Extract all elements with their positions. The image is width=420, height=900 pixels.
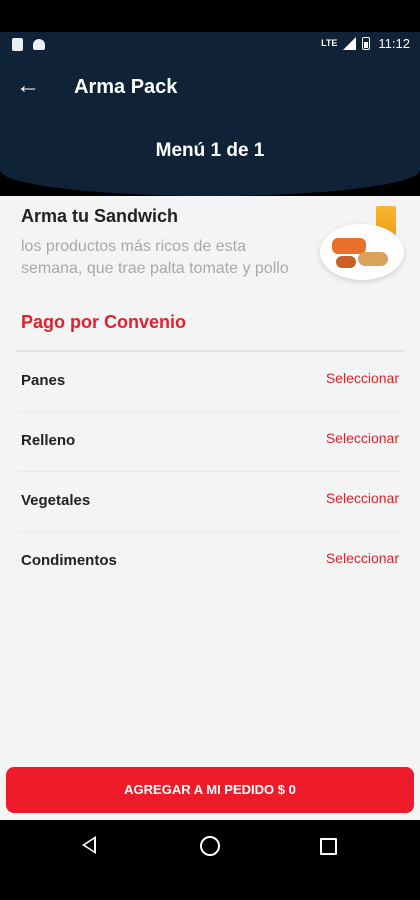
- select-link[interactable]: Seleccionar: [326, 490, 399, 506]
- option-label: Panes: [21, 372, 66, 389]
- select-link[interactable]: Seleccionar: [326, 550, 399, 566]
- app-header: ← Arma Pack Menú 1 de 1: [0, 58, 420, 196]
- option-row-panes[interactable]: Panes Seleccionar: [0, 352, 420, 412]
- option-row-vegetales[interactable]: Vegetales Seleccionar: [0, 472, 420, 532]
- android-nav-bar: [0, 820, 420, 870]
- product-description: los productos más ricos de esta semana, …: [21, 238, 289, 277]
- nav-back-icon[interactable]: [82, 836, 96, 854]
- bottom-black-bar: [0, 870, 420, 900]
- signal-icon: [343, 37, 357, 50]
- main-content: Arma tu Sandwich los productos más ricos…: [0, 196, 420, 820]
- network-type: LTE: [321, 38, 338, 48]
- option-label: Relleno: [21, 432, 76, 449]
- top-black-bar: [0, 0, 420, 32]
- status-bar: LTE 11:12: [0, 32, 420, 58]
- product-image: [314, 202, 410, 290]
- select-link[interactable]: Seleccionar: [326, 430, 399, 446]
- food-item: [336, 256, 356, 268]
- food-item: [332, 238, 366, 254]
- android-icon: [33, 39, 45, 50]
- product-title: Arma tu Sandwich: [21, 206, 179, 226]
- nav-recent-icon[interactable]: [320, 838, 337, 855]
- option-label: Vegetales: [21, 492, 91, 509]
- menu-counter: Menú 1 de 1: [155, 140, 265, 161]
- back-arrow-icon[interactable]: ←: [12, 72, 44, 104]
- clock: 11:12: [378, 36, 410, 51]
- payment-tag: Pago por Convenio: [21, 312, 187, 332]
- battery-icon: [362, 37, 371, 50]
- option-row-condimentos[interactable]: Condimentos Seleccionar: [0, 532, 420, 592]
- option-label: Condimentos: [21, 552, 117, 569]
- add-to-order-button[interactable]: AGREGAR A MI PEDIDO $ 0: [6, 767, 414, 813]
- status-system: LTE 11:12: [321, 36, 410, 51]
- food-item: [358, 252, 388, 266]
- option-row-relleno[interactable]: Relleno Seleccionar: [0, 412, 420, 472]
- sim-icon: [12, 38, 23, 51]
- page-title: Arma Pack: [74, 76, 178, 98]
- select-link[interactable]: Seleccionar: [326, 370, 399, 386]
- nav-home-icon[interactable]: [200, 836, 220, 856]
- status-notifications: [12, 38, 45, 51]
